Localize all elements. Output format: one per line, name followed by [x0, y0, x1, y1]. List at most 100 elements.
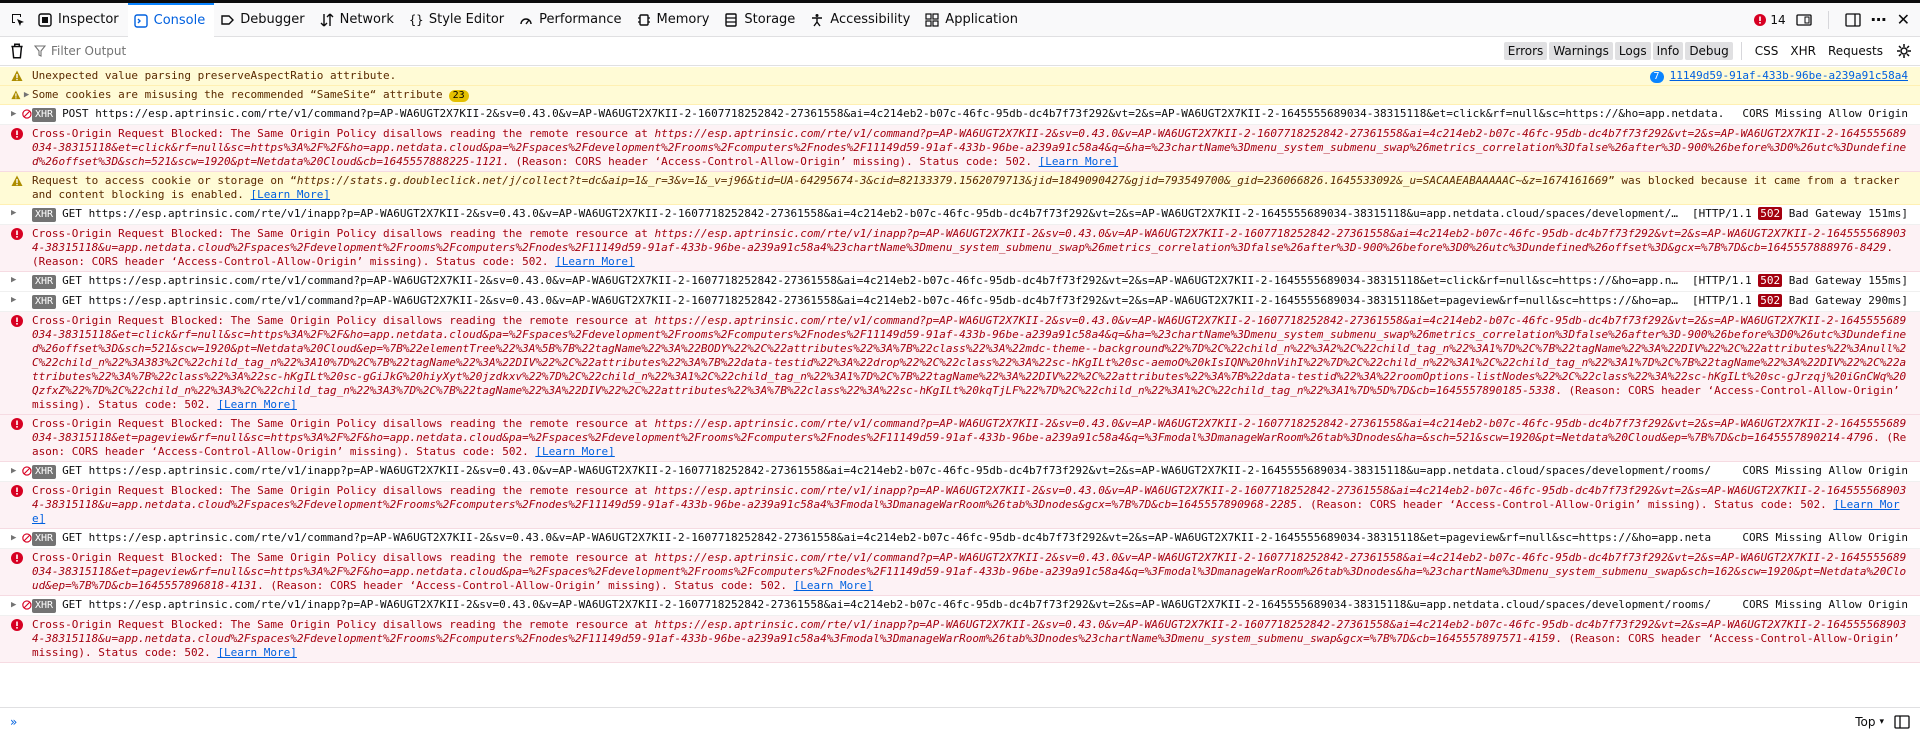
network-request-row[interactable]: ▶ XHR GET https://esp.aptrinsic.com/rte/v…: [0, 596, 1920, 616]
expand-arrow-icon[interactable]: ▶: [11, 109, 19, 119]
source-link[interactable]: 11149d59-91af-433b-96be-a239a91c58a4: [1670, 69, 1908, 82]
tab-performance[interactable]: Performance: [513, 3, 630, 37]
http-protocol: [HTTP/1.1: [1692, 207, 1752, 220]
message-gutter: ▶: [0, 531, 32, 544]
tab-label: Storage: [744, 12, 796, 27]
network-request-row[interactable]: ▶ XHR GET https://esp.aptrinsic.com/rte/v…: [0, 205, 1920, 225]
dock-side-icon[interactable]: [1844, 12, 1861, 28]
message-body: Cross-Origin Request Blocked: The Same O…: [32, 127, 1920, 169]
request-url[interactable]: https://esp.aptrinsic.com/rte/v1/inapp?p…: [89, 207, 1685, 220]
request-url[interactable]: https://esp.aptrinsic.com/rte/v1/inapp?p…: [89, 464, 1712, 477]
filter-requests-button[interactable]: Requests: [1823, 42, 1888, 60]
expand-arrow-icon[interactable]: ▶: [11, 533, 19, 543]
tab-storage[interactable]: Storage: [718, 3, 804, 37]
message-gutter: ▶: [0, 207, 32, 218]
expand-arrow-icon[interactable]: ▶: [11, 275, 21, 285]
devtools-toolbar: Inspector Console Debugger Network {} St…: [0, 2, 1920, 37]
expand-arrow-icon[interactable]: ▶: [11, 295, 21, 305]
network-request-row[interactable]: ▶ XHR GET https://esp.aptrinsic.com/rte/v…: [0, 292, 1920, 312]
message-body: XHR GET https://esp.aptrinsic.com/rte/v1/…: [32, 207, 1692, 222]
expand-arrow-icon[interactable]: ▶: [24, 90, 32, 100]
filter-warnings-button[interactable]: Warnings: [1549, 42, 1613, 60]
message-gutter: [0, 417, 32, 430]
network-request-row[interactable]: ▶ XHR POST https://esp.aptrinsic.com/rte/…: [0, 105, 1920, 125]
resource-url[interactable]: https://stats.g.doubleclick.net/j/collec…: [297, 174, 1608, 187]
blocked-icon: [22, 600, 32, 610]
request-url[interactable]: https://esp.aptrinsic.com/rte/v1/command…: [95, 107, 1724, 120]
tab-debugger[interactable]: Debugger: [214, 3, 313, 37]
message-body: Cross-Origin Request Blocked: The Same O…: [32, 618, 1920, 660]
tab-console[interactable]: Console: [127, 2, 215, 37]
filter-info-button[interactable]: Info: [1652, 42, 1684, 60]
xhr-badge: XHR: [32, 599, 57, 613]
message-text: Some cookies are misusing the recommende…: [32, 88, 443, 101]
filter-placeholder: Filter Output: [51, 44, 127, 58]
filter-logs-button[interactable]: Logs: [1614, 42, 1651, 60]
error-count-button[interactable]: 14: [1754, 12, 1786, 27]
network-request-row[interactable]: ▶ XHR GET https://esp.aptrinsic.com/rte/v…: [0, 272, 1920, 292]
console-output: Unexpected value parsing preserveAspectR…: [0, 67, 1920, 692]
request-method: GET: [62, 598, 82, 611]
context-selector[interactable]: Top ▾: [1855, 714, 1920, 730]
clear-console-icon[interactable]: [8, 42, 26, 60]
learn-more-link[interactable]: [Learn More]: [217, 398, 296, 411]
filter-errors-button[interactable]: Errors: [1503, 42, 1548, 60]
message-body: Cross-Origin Request Blocked: The Same O…: [32, 227, 1920, 269]
message-body: XHR GET https://esp.aptrinsic.com/rte/v1/…: [32, 464, 1742, 479]
blocked-icon: [22, 466, 32, 476]
tab-label: Debugger: [240, 12, 305, 27]
filter-input[interactable]: Filter Output: [34, 44, 1234, 58]
responsive-design-icon[interactable]: [1795, 12, 1812, 28]
status-text: Bad Gateway 151ms]: [1788, 207, 1908, 220]
request-url[interactable]: https://esp.aptrinsic.com/rte/v1/inapp?p…: [89, 598, 1712, 611]
error-count: 14: [1770, 12, 1786, 27]
debugger-icon: [221, 14, 235, 25]
request-url[interactable]: https://esp.aptrinsic.com/rte/v1/command…: [89, 274, 1685, 287]
element-picker-button[interactable]: [4, 6, 32, 34]
xhr-badge: XHR: [32, 275, 57, 289]
status-code-badge: 502: [1758, 274, 1783, 287]
learn-more-link[interactable]: [Learn More]: [217, 646, 296, 659]
filter-css-button[interactable]: CSS: [1750, 42, 1784, 60]
expand-arrow-icon[interactable]: ▶: [11, 466, 19, 476]
message-body: Some cookies are misusing the recommende…: [32, 88, 1920, 102]
console-message-error: Cross-Origin Request Blocked: The Same O…: [0, 549, 1920, 596]
filter-xhr-button[interactable]: XHR: [1785, 42, 1821, 60]
tab-style-editor[interactable]: {} Style Editor: [403, 3, 513, 37]
gear-icon[interactable]: [1896, 43, 1912, 59]
tab-accessibility[interactable]: Accessibility: [804, 3, 919, 37]
close-icon[interactable]: ✕: [1897, 10, 1910, 29]
tab-memory[interactable]: Memory: [631, 3, 719, 37]
message-text: Cross-Origin Request Blocked: The Same O…: [32, 314, 655, 327]
learn-more-link[interactable]: [Learn More]: [535, 445, 614, 458]
tab-application[interactable]: Application: [919, 3, 1027, 37]
request-method: GET: [62, 274, 82, 287]
console-message-warning: Unexpected value parsing preserveAspectR…: [0, 67, 1920, 86]
network-request-row[interactable]: ▶ XHR GET https://esp.aptrinsic.com/rte/v…: [0, 529, 1920, 549]
message-gutter: [0, 314, 32, 327]
error-icon: [1754, 13, 1767, 26]
learn-more-link[interactable]: [Learn More]: [794, 579, 873, 592]
request-url[interactable]: https://esp.aptrinsic.com/rte/v1/command…: [89, 294, 1685, 307]
editor-mode-icon[interactable]: [1894, 714, 1910, 730]
group-count-badge: 23: [448, 90, 469, 102]
network-request-row[interactable]: ▶ XHR GET https://esp.aptrinsic.com/rte/v…: [0, 462, 1920, 482]
tab-network[interactable]: Network: [314, 3, 403, 37]
expand-arrow-icon[interactable]: ▶: [11, 600, 19, 610]
expand-arrow-icon[interactable]: ▶: [11, 208, 21, 218]
learn-more-link[interactable]: [Learn More]: [251, 188, 330, 201]
more-options-icon[interactable]: ⋯: [1871, 10, 1887, 29]
message-gutter: ▶: [0, 274, 32, 285]
xhr-badge: XHR: [32, 295, 57, 309]
toolbar-right: 14 ⋯ ✕: [1754, 10, 1920, 29]
tab-inspector[interactable]: Inspector: [32, 3, 128, 37]
filter-debug-button[interactable]: Debug: [1685, 42, 1733, 60]
console-message-warning-group[interactable]: ▶ Some cookies are misusing the recommen…: [0, 86, 1920, 105]
learn-more-link[interactable]: [Learn More]: [1039, 155, 1118, 168]
request-url[interactable]: https://esp.aptrinsic.com/rte/v1/command…: [89, 531, 1712, 544]
request-status: CORS Missing Allow Origin: [1742, 531, 1908, 544]
message-body: XHR POST https://esp.aptrinsic.com/rte/v1…: [32, 107, 1742, 122]
console-input-bar[interactable]: » Top ▾: [0, 707, 1920, 735]
blocked-icon: [22, 533, 32, 543]
learn-more-link[interactable]: [Learn More]: [555, 255, 634, 268]
